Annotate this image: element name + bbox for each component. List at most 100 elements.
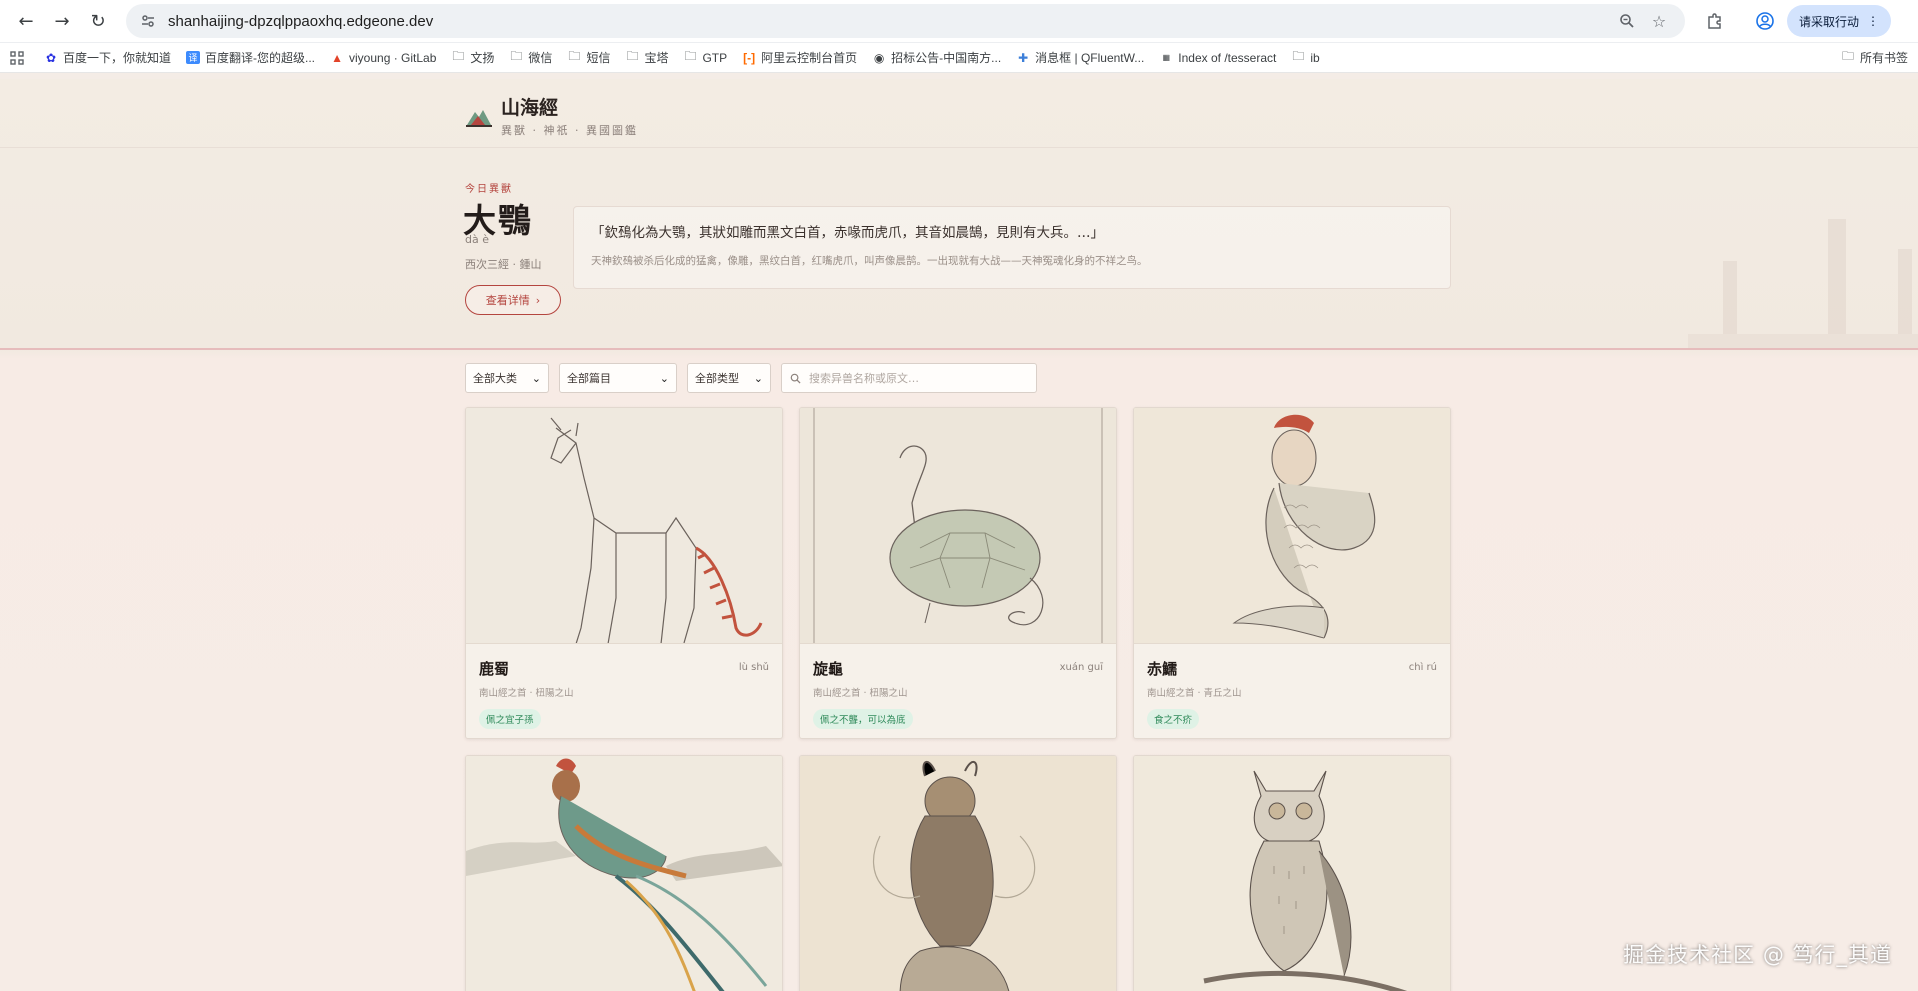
bookmark-tesseract[interactable]: ▦ Index of /tesseract — [1159, 50, 1277, 65]
chevron-down-icon: ⌄ — [531, 371, 541, 385]
hero-source: 西次三經 · 鍾山 — [465, 258, 542, 271]
bookmark-label: ib — [1310, 50, 1320, 65]
effect-tag: 佩之不聾，可以為底 — [813, 709, 913, 729]
creature-illustration — [800, 756, 1116, 991]
bookmark-label: 阿里云控制台首页 — [761, 51, 858, 65]
creature-card[interactable] — [465, 755, 783, 991]
creature-card[interactable]: 赤鱬 chì rú 南山經之首 · 青丘之山 食之不疥 — [1133, 407, 1451, 739]
bookmark-folder-gtp[interactable]: 🗀 GTP — [683, 47, 727, 68]
site-title: 山海經 — [501, 97, 559, 119]
creature-illustration — [466, 408, 782, 644]
profile-icon[interactable] — [1747, 5, 1783, 37]
creature-illustration — [800, 408, 1116, 644]
site-subtitle: 異獸 · 神祇 · 異國圖鑑 — [501, 124, 638, 137]
type-select[interactable]: 全部类型 ⌄ — [687, 363, 771, 393]
view-details-label: 查看详情 — [485, 294, 530, 307]
bookmark-label: 微信 — [528, 51, 553, 65]
type-select-value: 全部类型 — [695, 372, 739, 385]
translate-icon: 译 — [186, 51, 201, 64]
creature-source: 南山經之首 · 杻陽之山 — [479, 688, 574, 699]
category-select[interactable]: 全部大类 ⌄ — [465, 363, 549, 393]
bookmark-label: Index of /tesseract — [1178, 50, 1277, 65]
card-body: 赤鱬 chì rú 南山經之首 · 青丘之山 食之不疥 — [1134, 644, 1450, 738]
action-button-label: 请采取行动 — [1799, 14, 1860, 29]
bookmark-baidu-translate[interactable]: 译百度翻译-您的超级... — [186, 49, 315, 66]
page-content: 山海經 異獸 · 神祇 · 異國圖鑑 今日異獸 大鶚 dà è 西次三經 · 鍾… — [0, 79, 1918, 991]
bookmark-tender[interactable]: ◉ 招标公告-中国南方... — [872, 49, 1001, 66]
search-placeholder: 搜索异兽名称或原文… — [809, 372, 919, 385]
creature-name: 鹿蜀 — [479, 660, 510, 678]
bookmarks-bar: ✿ 百度一下，你就知道 译百度翻译-您的超级... ▲ viyoung · GitL… — [0, 43, 1918, 73]
hero-translation: 天神欽䲹被杀后化成的猛禽，像雕，黑纹白首，红嘴虎爪，叫声像晨鹄。一出现就有大战—… — [591, 255, 1148, 267]
menu-dots-icon[interactable]: ⋮ — [1867, 14, 1879, 28]
creature-card[interactable] — [1133, 755, 1451, 991]
globe-icon: ◉ — [873, 50, 885, 65]
search-input[interactable]: 搜索异兽名称或原文… — [781, 363, 1037, 393]
chapter-select-value: 全部篇目 — [567, 372, 611, 385]
back-icon[interactable]: ← — [10, 5, 42, 37]
filter-bar: 全部大类 ⌄ 全部篇目 ⌄ 全部类型 ⌄ 搜索异兽名称或原文… — [465, 363, 1037, 393]
creature-source: 南山經之首 · 杻陽之山 — [813, 688, 908, 699]
mountain-logo-icon — [466, 109, 492, 127]
folder-icon: 🗀 — [626, 49, 639, 63]
creature-pinyin: lù shǔ — [738, 662, 769, 673]
chapter-select[interactable]: 全部篇目 ⌄ — [559, 363, 677, 393]
creature-illustration — [1134, 756, 1450, 991]
bookmark-gitlab[interactable]: ▲ viyoung · GitLab — [330, 51, 436, 65]
view-details-button[interactable]: 查看详情 › — [465, 285, 561, 315]
bookmark-folder-ib[interactable]: 🗀 ib — [1291, 47, 1319, 68]
hero-quote: 「欽䲹化為大鶚，其狀如雕而黑文白首，赤喙而虎爪，其音如晨鵠，見則有大兵。…」 — [591, 225, 1104, 241]
effect-tag: 佩之宜子孫 — [479, 709, 541, 729]
chevron-right-icon: › — [535, 293, 541, 307]
bookmark-folder-sms[interactable]: 🗀 短信 — [567, 47, 610, 68]
zoom-icon[interactable] — [1613, 7, 1641, 35]
extensions-icon[interactable] — [1697, 5, 1733, 37]
bookmark-baidu[interactable]: ✿ 百度一下，你就知道 — [44, 49, 171, 66]
bookmark-qfluent[interactable]: ✚ 消息框 | QFluentW... — [1016, 49, 1144, 66]
card-body: 鹿蜀 lù shǔ 南山經之首 · 杻陽之山 佩之宜子孫 — [466, 644, 782, 738]
site-info-icon[interactable] — [138, 11, 158, 31]
bookmark-label: viyoung · GitLab — [349, 50, 437, 65]
site-header[interactable]: 山海經 異獸 · 神祇 · 異國圖鑑 — [465, 93, 638, 138]
aliyun-icon: [-] — [743, 50, 756, 65]
creature-name: 赤鱬 — [1147, 660, 1178, 678]
bookmark-label: 招标公告-中国南方... — [891, 51, 1002, 65]
effect-tag: 食之不疥 — [1147, 709, 1200, 729]
bookmark-label: 所有书签 — [1859, 51, 1908, 65]
watermark: 掘金技术社区 @ 笃行_其道 — [1623, 943, 1892, 967]
bookmark-star-icon[interactable]: ☆ — [1645, 7, 1673, 35]
category-select-value: 全部大类 — [473, 372, 517, 385]
creature-card[interactable]: 旋龜 xuán guī 南山經之首 · 杻陽之山 佩之不聾，可以為底 — [799, 407, 1117, 739]
hero-bottom-line — [0, 348, 1918, 350]
folder-icon: 🗀 — [1292, 49, 1305, 63]
address-bar[interactable]: shanhaijing-dpzqlppaoxhq.edgeone.dev ☆ — [126, 4, 1685, 38]
hero-pinyin: dà è — [465, 233, 489, 246]
apps-icon[interactable] — [10, 50, 24, 65]
bookmark-aliyun[interactable]: [-] 阿里云控制台首页 — [742, 49, 857, 66]
browser-toolbar: ← → ↻ shanhaijing-dpzqlppaoxhq.edgeone.d… — [0, 0, 1918, 43]
url-text[interactable]: shanhaijing-dpzqlppaoxhq.edgeone.dev — [168, 13, 1609, 30]
bookmark-label: 消息框 | QFluentW... — [1035, 51, 1145, 65]
hero-label: 今日異獸 — [465, 184, 513, 195]
folder-icon: 🗀 — [452, 49, 465, 63]
creature-card[interactable] — [799, 755, 1117, 991]
card-body: 旋龜 xuán guī 南山經之首 · 杻陽之山 佩之不聾，可以為底 — [800, 644, 1116, 738]
reload-icon[interactable]: ↻ — [82, 5, 114, 37]
action-button[interactable]: 请采取行动 ⋮ — [1787, 5, 1892, 37]
creature-card[interactable]: 鹿蜀 lù shǔ 南山經之首 · 杻陽之山 佩之宜子孫 — [465, 407, 783, 739]
unb-icon: ▦ — [1162, 53, 1171, 62]
background-pillars-decoration — [1688, 219, 1918, 349]
chevron-down-icon: ⌄ — [753, 371, 763, 385]
hero-quote-card: 「欽䲹化為大鶚，其狀如雕而黑文白首，赤喙而虎爪，其音如晨鵠，見則有大兵。…」 天… — [573, 206, 1451, 289]
header-divider — [0, 147, 1918, 148]
all-bookmarks[interactable]: 🗀 所有书签 — [1841, 47, 1908, 68]
bookmark-label: 百度一下，你就知道 — [63, 51, 172, 65]
bookmark-folder-wenyang[interactable]: 🗀 文扬 — [451, 47, 494, 68]
forward-icon[interactable]: → — [46, 5, 78, 37]
bookmark-folder-baota[interactable]: 🗀 宝塔 — [625, 47, 668, 68]
bookmark-folder-wechat[interactable]: 🗀 微信 — [509, 47, 552, 68]
folder-icon: 🗀 — [568, 49, 581, 63]
creature-source: 南山經之首 · 青丘之山 — [1147, 688, 1242, 699]
folder-icon: 🗀 — [1841, 49, 1854, 63]
creature-illustration — [1134, 408, 1450, 644]
